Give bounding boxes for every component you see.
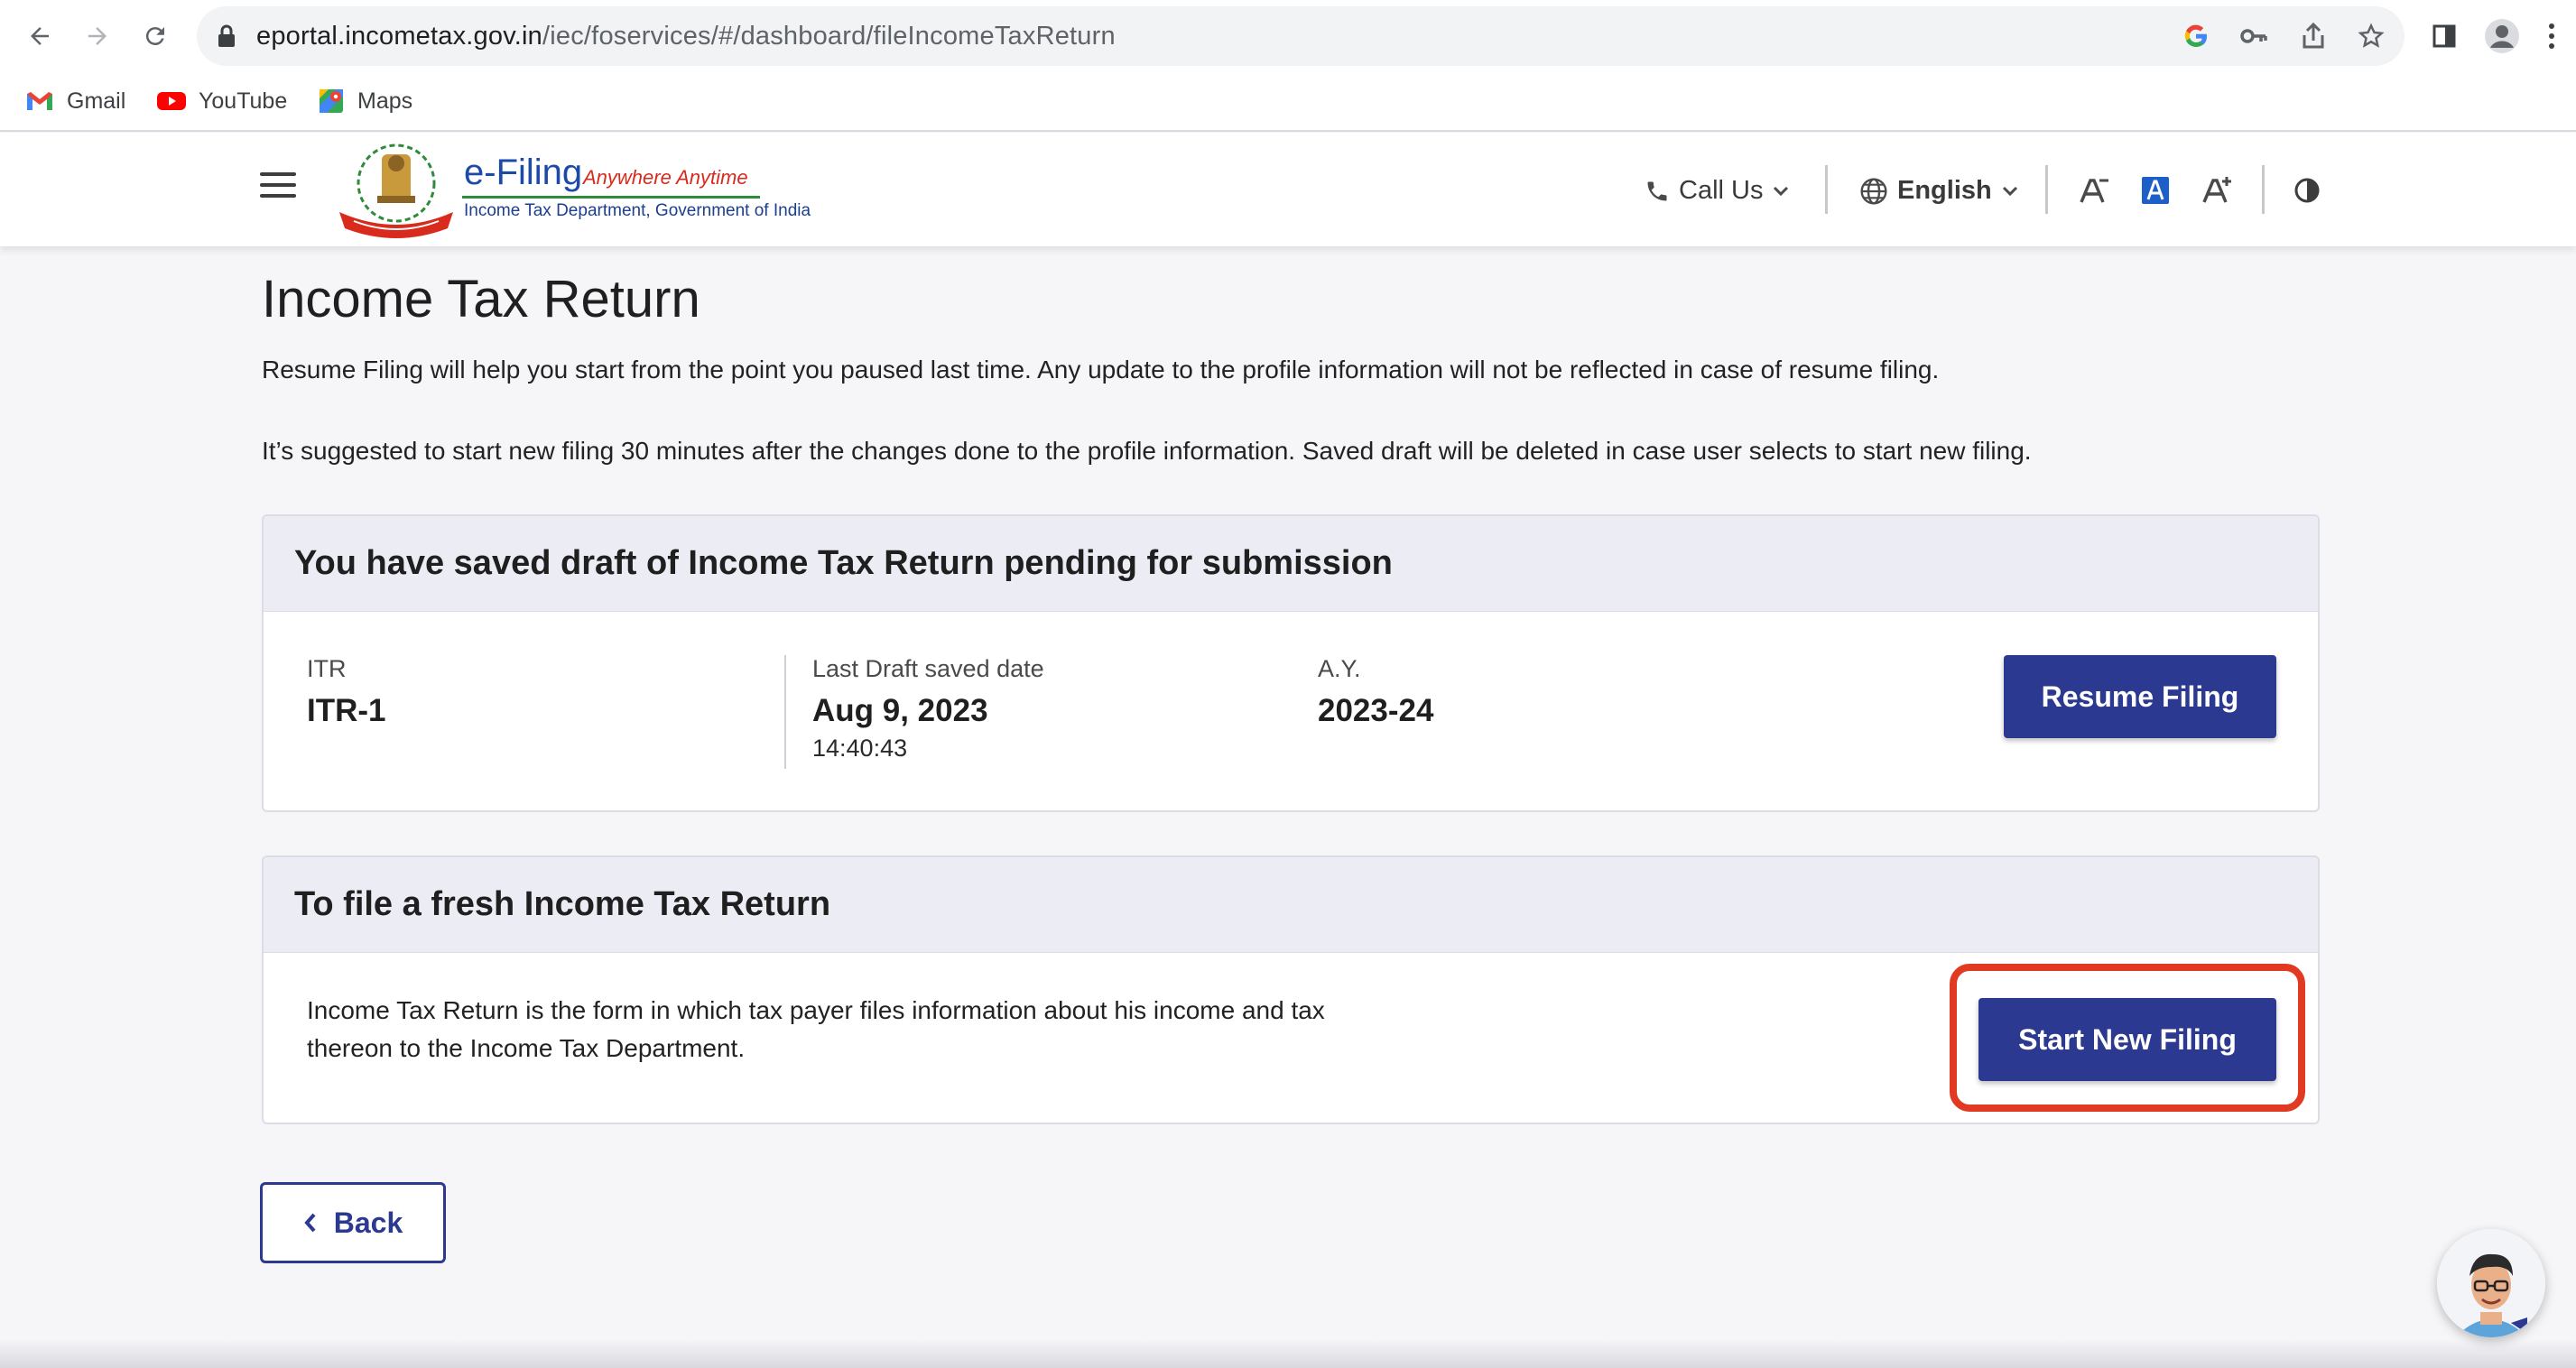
chatbot-avatar-icon[interactable] xyxy=(2437,1229,2545,1337)
resume-info-text: Resume Filing will help you start from t… xyxy=(262,356,1940,384)
side-panel-icon[interactable] xyxy=(2424,16,2464,56)
saved-draft-heading: You have saved draft of Income Tax Retur… xyxy=(264,516,2318,612)
fresh-filing-description-line2: thereon to the Income Tax Department. xyxy=(307,1034,746,1062)
contrast-toggle-icon[interactable] xyxy=(2289,172,2325,208)
url-host: eportal.incometax.gov.in xyxy=(256,22,542,51)
bookmark-label: Maps xyxy=(357,88,413,114)
itr-label: ITR xyxy=(307,655,347,682)
browser-toolbar: eportal.incometax.gov.in/iec/foservices/… xyxy=(0,0,2576,72)
bookmark-label: Gmail xyxy=(67,88,126,114)
back-button[interactable]: Back xyxy=(260,1182,446,1263)
draft-date-label: Last Draft saved date xyxy=(812,655,1044,682)
bookmark-youtube[interactable]: YouTube xyxy=(157,83,287,119)
back-button-label: Back xyxy=(333,1206,403,1239)
resume-filing-button[interactable]: Resume Filing xyxy=(2004,655,2276,738)
page-title: Income Tax Return xyxy=(262,270,700,328)
saved-draft-card: You have saved draft of Income Tax Retur… xyxy=(262,514,2320,812)
call-us-dropdown[interactable]: Call Us xyxy=(1645,176,1790,206)
decrease-font-icon[interactable] xyxy=(2076,172,2112,208)
lock-icon[interactable] xyxy=(217,24,236,48)
star-icon[interactable] xyxy=(2356,21,2386,51)
phone-icon xyxy=(1645,179,1670,204)
logo-subtitle: Income Tax Department, Government of Ind… xyxy=(464,201,811,220)
draft-date-value: Aug 9, 2023 xyxy=(812,693,988,728)
address-bar[interactable]: eportal.incometax.gov.in/iec/foservices/… xyxy=(197,6,2405,66)
default-font-icon[interactable] xyxy=(2137,172,2173,208)
share-icon[interactable] xyxy=(2298,21,2329,51)
forward-arrow-icon[interactable] xyxy=(78,16,117,56)
assessment-year-label: A.Y. xyxy=(1318,655,1361,682)
new-filing-info-text: It’s suggested to start new filing 30 mi… xyxy=(262,437,2032,465)
bookmark-maps[interactable]: Maps xyxy=(318,83,412,119)
reload-icon[interactable] xyxy=(135,16,175,56)
call-us-label: Call Us xyxy=(1679,176,1764,205)
youtube-icon xyxy=(157,90,186,112)
government-emblem-logo[interactable] xyxy=(334,138,459,239)
hamburger-menu-icon[interactable] xyxy=(260,172,296,203)
header-divider xyxy=(2262,165,2265,214)
increase-font-icon[interactable] xyxy=(2199,172,2235,208)
google-icon[interactable] xyxy=(2181,21,2211,51)
language-label: English xyxy=(1897,176,1992,205)
header-divider xyxy=(1825,165,1828,214)
key-icon[interactable] xyxy=(2238,21,2269,51)
gmail-icon xyxy=(25,90,54,112)
fresh-filing-heading: To file a fresh Income Tax Return xyxy=(264,857,2318,953)
language-dropdown[interactable]: English xyxy=(1859,176,2019,206)
itr-value: ITR-1 xyxy=(307,693,386,728)
highlight-box xyxy=(1950,964,2305,1112)
url-text[interactable]: eportal.incometax.gov.in/iec/foservices/… xyxy=(256,22,1116,51)
back-arrow-icon[interactable] xyxy=(20,16,60,56)
assessment-year-value: 2023-24 xyxy=(1318,693,1434,728)
logo-tagline: Anywhere Anytime xyxy=(583,166,748,189)
logo-underline xyxy=(462,196,760,199)
page-bottom-shade xyxy=(0,1339,2576,1368)
fresh-filing-description-line1: Income Tax Return is the form in which t… xyxy=(307,996,1325,1024)
draft-time-value: 14:40:43 xyxy=(812,735,908,762)
url-path: /iec/foservices/#/dashboard/fileIncomeTa… xyxy=(542,22,1116,51)
chevron-down-icon xyxy=(1772,185,1790,198)
maps-icon xyxy=(318,88,345,115)
bookmark-label: YouTube xyxy=(199,88,288,114)
bookmark-gmail[interactable]: Gmail xyxy=(25,83,125,119)
header-divider xyxy=(2045,165,2048,214)
chevron-down-icon xyxy=(2001,185,2019,198)
chrome-menu-icon[interactable] xyxy=(2538,16,2565,56)
site-header: e-Filing Anywhere Anytime Income Tax Dep… xyxy=(0,133,2576,246)
profile-avatar-icon[interactable] xyxy=(2482,16,2522,56)
chevron-left-icon xyxy=(303,1212,318,1234)
bookmarks-bar: Gmail YouTube Maps xyxy=(0,72,2576,132)
globe-icon xyxy=(1859,177,1888,206)
logo-title: e-Filing xyxy=(464,153,583,192)
column-divider xyxy=(784,655,786,769)
